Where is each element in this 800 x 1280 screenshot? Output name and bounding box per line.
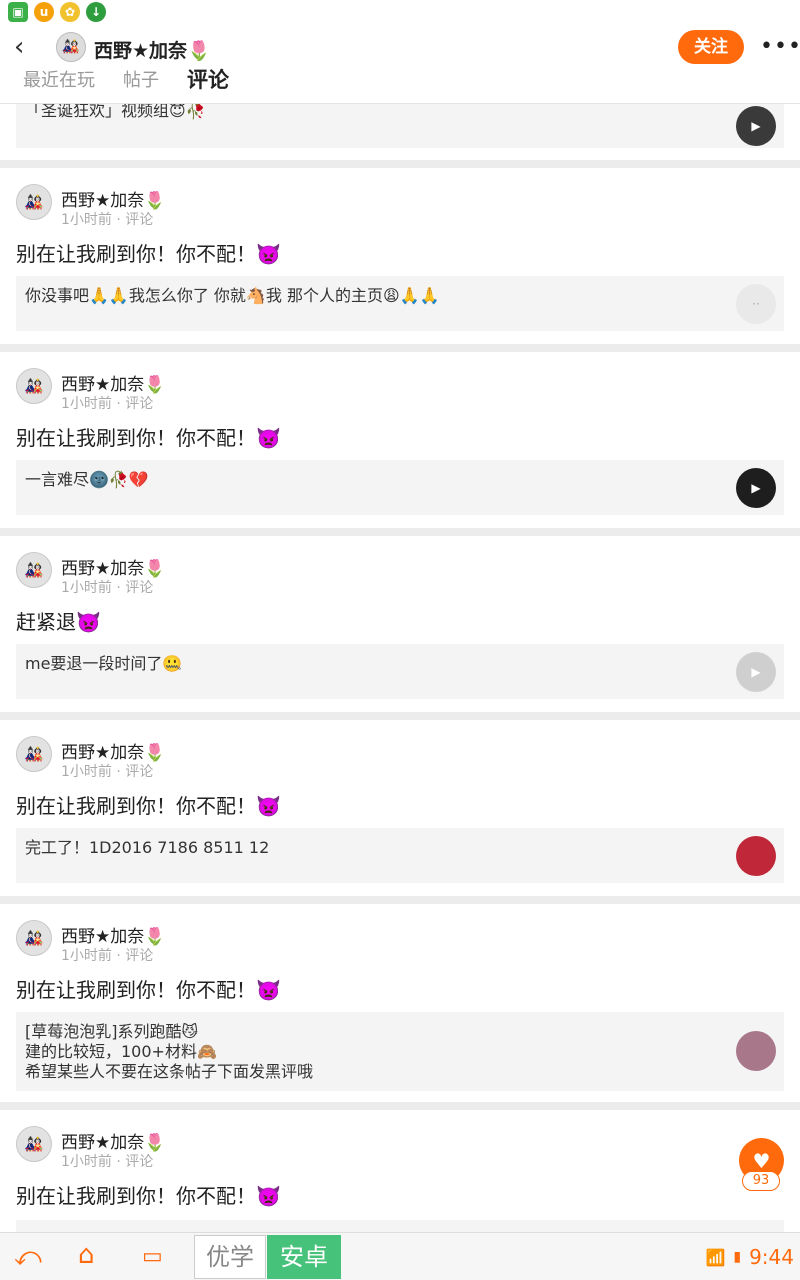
- post-meta: 1小时前 · 评论: [61, 1154, 154, 1170]
- quoted-text: me要退一段时间了🤐: [25, 654, 183, 673]
- video-thumbnail[interactable]: ▶: [736, 652, 776, 692]
- post-meta: 1小时前 · 评论: [61, 764, 154, 780]
- comment-card[interactable]: 🎎 西野★加奈🌷 1小时前 · 评论 别在让我刷到你！你不配！👿 完工了！1D2…: [0, 720, 800, 896]
- comment-text: 别在让我刷到你！你不配！👿: [16, 978, 281, 1002]
- tab-recently-played[interactable]: 最近在玩: [23, 66, 95, 94]
- quoted-post[interactable]: 一言难尽🌚🥀💔 ▶: [16, 460, 784, 515]
- clock: 9:44: [749, 1245, 794, 1269]
- system-tray: 📶 ▮ 9:44: [705, 1245, 794, 1269]
- author-name: 西野★加奈🌷: [61, 559, 166, 579]
- avatar[interactable]: 🎎: [16, 552, 52, 588]
- quoted-post[interactable]: me要退一段时间了🤐 ▶: [16, 644, 784, 699]
- comment-card[interactable]: 🎎 西野★加奈🌷 1小时前 · 评论 赶紧退👿 me要退一段时间了🤐 ▶: [0, 536, 800, 712]
- download-icon: ↓: [86, 2, 106, 22]
- back-nav-icon[interactable]: ⤺: [14, 1243, 42, 1271]
- video-thumbnail[interactable]: ▶: [736, 468, 776, 508]
- gallery-icon: ▣: [8, 2, 28, 22]
- quoted-text: 一言难尽🌚🥀💔: [25, 470, 149, 489]
- comment-card[interactable]: 🎎 西野★加奈🌷 1小时前 · 评论 别在让我刷到你！你不配！👿: [0, 1110, 800, 1240]
- battery-icon: ▮: [733, 1249, 742, 1265]
- post-thumbnail[interactable]: [736, 836, 776, 876]
- quoted-post[interactable]: [草莓泡泡乳]系列跑酷😼 建的比较短，100+材料🙈 希望某些人不要在这条帖子下…: [16, 1012, 784, 1091]
- tab-posts[interactable]: 帖子: [123, 66, 159, 94]
- quoted-text: 「圣诞狂欢」视频组😇🥀: [25, 101, 206, 120]
- status-bar-icons: ▣ u ✿ ↓: [8, 2, 106, 22]
- author-name: 西野★加奈🌷: [61, 1133, 166, 1153]
- avatar[interactable]: 🎎: [16, 184, 52, 220]
- comment-text: 别在让我刷到你！你不配！👿: [16, 242, 281, 266]
- wifi-icon: 📶: [705, 1247, 726, 1267]
- brand-label-b: 安卓: [267, 1235, 341, 1279]
- brand-label-a: 优学: [194, 1235, 266, 1279]
- post-thumbnail[interactable]: [736, 1031, 776, 1071]
- quoted-post[interactable]: 你没事吧🙏🙏我怎么你了 你就🐴我 那个人的主页😩🙏🙏 ··: [16, 276, 784, 331]
- quoted-post[interactable]: 完工了！1D2016 7186 8511 12: [16, 828, 784, 883]
- system-nav-bar: ⤺ ⌂ ▭ 优学 安卓 📶 ▮ 9:44: [0, 1232, 800, 1280]
- author-name: 西野★加奈🌷: [61, 191, 166, 211]
- comment-card[interactable]: 🎎 西野★加奈🌷 1小时前 · 评论 别在让我刷到你！你不配！👿 [草莓泡泡乳]…: [0, 904, 800, 1102]
- header-user-name: 西野★加奈🌷: [94, 40, 211, 62]
- home-icon[interactable]: ⌂: [78, 1241, 95, 1269]
- post-meta: 1小时前 · 评论: [61, 580, 154, 596]
- comment-text: 别在让我刷到你！你不配！👿: [16, 426, 281, 450]
- follow-button[interactable]: 关注: [678, 30, 744, 64]
- header-avatar[interactable]: 🎎: [56, 32, 86, 62]
- comment-text: 赶紧退👿: [16, 610, 101, 634]
- comment-card-partial[interactable]: 「圣诞狂欢」视频组😇🥀 ▶: [0, 101, 800, 160]
- comment-card[interactable]: 🎎 西野★加奈🌷 1小时前 · 评论 别在让我刷到你！你不配！👿 一言难尽🌚🥀💔…: [0, 352, 800, 528]
- author-name: 西野★加奈🌷: [61, 375, 166, 395]
- post-meta: 1小时前 · 评论: [61, 212, 154, 228]
- video-thumbnail[interactable]: ▶: [736, 106, 776, 146]
- like-count: 93: [742, 1171, 780, 1191]
- quoted-text: 你没事吧🙏🙏我怎么你了 你就🐴我 那个人的主页😩🙏🙏: [25, 286, 440, 305]
- avatar[interactable]: 🎎: [16, 1126, 52, 1162]
- comment-text: 别在让我刷到你！你不配！👿: [16, 794, 281, 818]
- author-name: 西野★加奈🌷: [61, 743, 166, 763]
- back-button[interactable]: ‹: [14, 34, 42, 62]
- avatar[interactable]: 🎎: [16, 736, 52, 772]
- tab-comments[interactable]: 评论: [187, 64, 229, 94]
- settings-icon: ✿: [60, 2, 80, 22]
- comment-text: 别在让我刷到你！你不配！👿: [16, 1184, 281, 1208]
- author-name: 西野★加奈🌷: [61, 927, 166, 947]
- profile-tabs: 最近在玩 帖子 评论: [23, 66, 229, 94]
- app-header: ▣ u ✿ ↓ ‹ 🎎 西野★加奈🌷 关注 ••• 最近在玩 帖子 评论: [0, 0, 800, 104]
- recent-apps-icon[interactable]: ▭: [142, 1243, 163, 1271]
- quoted-text: 完工了！1D2016 7186 8511 12: [25, 838, 270, 857]
- post-meta: 1小时前 · 评论: [61, 396, 154, 412]
- uc-icon: u: [34, 2, 54, 22]
- post-thumbnail[interactable]: ··: [736, 284, 776, 324]
- avatar[interactable]: 🎎: [16, 368, 52, 404]
- quoted-text: [草莓泡泡乳]系列跑酷😼 建的比较短，100+材料🙈 希望某些人不要在这条帖子下…: [25, 1022, 314, 1081]
- quoted-post[interactable]: 「圣诞狂欢」视频组😇🥀 ▶: [16, 101, 784, 148]
- more-icon[interactable]: •••: [760, 34, 800, 59]
- post-meta: 1小时前 · 评论: [61, 948, 154, 964]
- comment-card[interactable]: 🎎 西野★加奈🌷 1小时前 · 评论 别在让我刷到你！你不配！👿 你没事吧🙏🙏我…: [0, 168, 800, 344]
- avatar[interactable]: 🎎: [16, 920, 52, 956]
